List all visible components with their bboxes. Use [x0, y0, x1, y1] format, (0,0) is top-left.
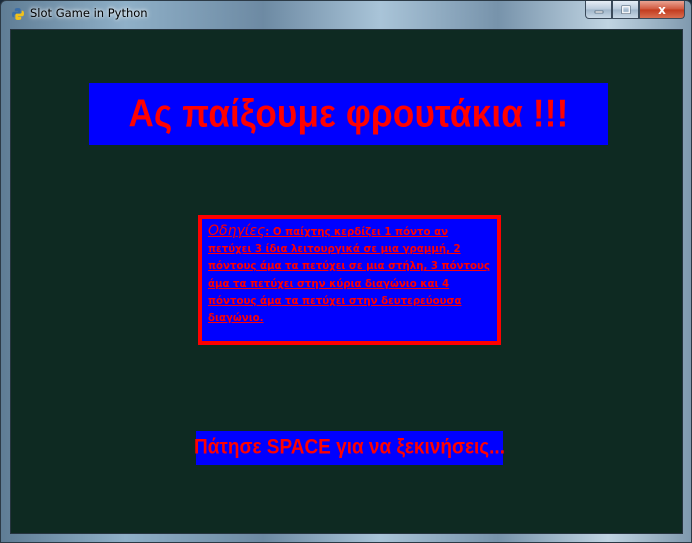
maximize-icon: [621, 5, 630, 14]
instructions-text: : Ο παίχτης κερδίζει 1 πόντο αν πετύχει …: [208, 227, 490, 325]
app-window: Slot Game in Python x Ας παίξουμε φρουτά…: [0, 0, 692, 543]
caption-buttons: x: [585, 1, 685, 21]
game-canvas[interactable]: Ας παίξουμε φρουτάκια !!! Οδηγίες: Ο παί…: [10, 29, 683, 534]
close-button[interactable]: x: [639, 1, 685, 19]
start-prompt-banner: Πάτησε SPACE για να ξεκινήσεις...: [194, 431, 505, 465]
python-icon: [12, 8, 24, 20]
start-prompt: Πάτησε SPACE για να ξεκινήσεις...: [194, 435, 505, 459]
instructions-label: Οδηγίες: [208, 223, 266, 239]
instructions-box: Οδηγίες: Ο παίχτης κερδίζει 1 πόντο αν π…: [198, 215, 501, 345]
game-heading: Ας παίξουμε φρουτάκια !!!: [128, 91, 569, 136]
maximize-button[interactable]: [612, 1, 639, 19]
window-title: Slot Game in Python: [30, 6, 148, 20]
close-icon: x: [658, 2, 666, 17]
title-bar[interactable]: Slot Game in Python x: [1, 1, 691, 27]
minimize-icon: [594, 10, 603, 13]
minimize-button[interactable]: [585, 1, 612, 19]
heading-banner: Ας παίξουμε φρουτάκια !!!: [89, 83, 608, 145]
